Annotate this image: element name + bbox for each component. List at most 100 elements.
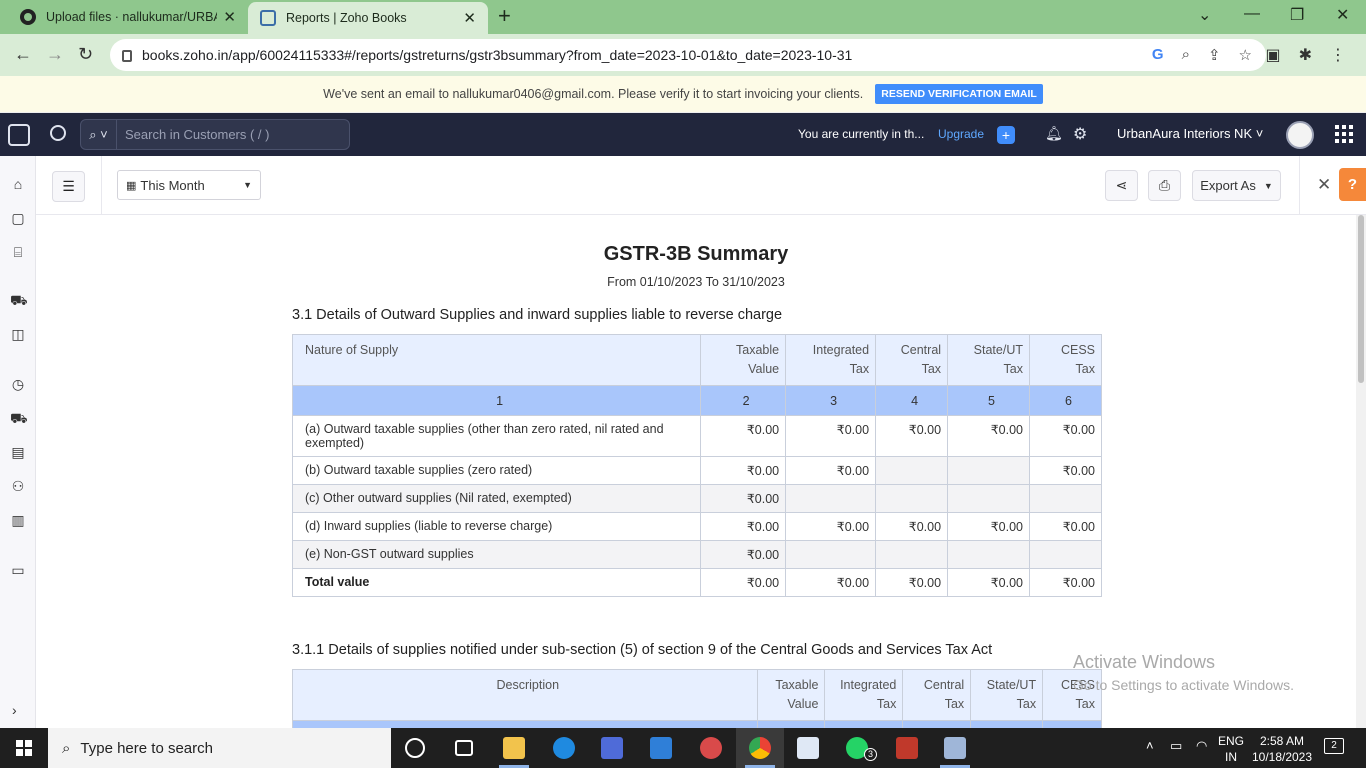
- taskbar-search[interactable]: ⌕ Type here to search: [48, 728, 391, 768]
- eway-bill-icon[interactable]: ⛟: [10, 410, 28, 426]
- back-button[interactable]: ←: [14, 44, 32, 65]
- table-row: (e) Non-GST outward supplies ₹0.00: [291, 540, 1102, 569]
- browser-tab-strip: Upload files · nallukumar/URBAN ✕ Report…: [0, 0, 1366, 34]
- search-icon[interactable]: ⌕ ˅: [81, 120, 117, 149]
- help-button[interactable]: ?: [1339, 168, 1366, 201]
- amount-cell: [947, 456, 1030, 485]
- share-icon[interactable]: ⇪: [1208, 46, 1221, 64]
- app-icon[interactable]: [700, 737, 722, 759]
- amount-cell: ₹0.00: [947, 415, 1030, 457]
- store-icon[interactable]: [601, 737, 623, 759]
- photos-icon[interactable]: [797, 737, 819, 759]
- restore-button[interactable]: ❐: [1290, 5, 1304, 25]
- amount-cell: ₹0.00: [785, 415, 877, 457]
- battery-icon[interactable]: ▭: [1170, 738, 1182, 754]
- organization-switcher[interactable]: UrbanAura Interiors NK ˅: [1117, 126, 1263, 141]
- forward-button[interactable]: →: [46, 44, 64, 65]
- minimize-button[interactable]: —: [1244, 5, 1260, 23]
- resend-verification-button[interactable]: RESEND VERIFICATION EMAIL: [875, 84, 1043, 104]
- column-number-row: 123456: [291, 385, 1102, 416]
- gst-filing-icon[interactable]: ▤: [10, 444, 26, 460]
- sales-cart-icon[interactable]: ⛟: [10, 292, 28, 308]
- reload-button[interactable]: ↻: [78, 44, 93, 65]
- url-field[interactable]: books.zoho.in/app/60024115333#/reports/g…: [110, 39, 1266, 71]
- share-button[interactable]: ⋖: [1105, 170, 1138, 201]
- recent-history-icon[interactable]: [50, 125, 66, 141]
- date-range-dropdown[interactable]: ▦ This Month ▼: [117, 170, 261, 200]
- left-sidebar: ⌂ ▢ ⌸ ⛟ ◫ ◷ ⛟ ▤ ⚇ ▥ ▭: [0, 156, 36, 728]
- windows-start-icon[interactable]: [16, 740, 32, 756]
- hamburger-menu-button[interactable]: ☰: [52, 171, 85, 202]
- zoom-icon[interactable]: ⌕: [1182, 46, 1190, 64]
- column-number: [1042, 720, 1102, 728]
- chevron-down-icon[interactable]: ⌄: [1198, 5, 1211, 25]
- upgrade-link[interactable]: Upgrade: [938, 127, 984, 141]
- new-tab-button[interactable]: +: [498, 5, 511, 27]
- clock[interactable]: 2:58 AM 10/18/2023: [1250, 733, 1314, 765]
- edge-icon[interactable]: [553, 737, 575, 759]
- report-content: GSTR-3B Summary From 01/10/2023 To 31/10…: [36, 215, 1356, 728]
- column-header: Central Tax: [875, 334, 949, 386]
- print-button[interactable]: ⎙: [1148, 170, 1181, 201]
- app-icon[interactable]: [944, 737, 966, 759]
- column-header: Integrated Tax: [785, 334, 877, 386]
- scrollbar-thumb[interactable]: [1358, 215, 1364, 383]
- windows-taskbar: ⌕ Type here to search 3 ˄ ▭ ◠ ENG IN 2:5…: [0, 728, 1366, 768]
- browser-tab-github[interactable]: Upload files · nallukumar/URBAN ✕: [8, 0, 248, 34]
- star-icon[interactable]: ☆: [1239, 46, 1252, 64]
- trial-status-text: You are currently in th...: [798, 127, 925, 141]
- wifi-icon[interactable]: ◠: [1196, 738, 1207, 754]
- reports-icon[interactable]: ▥: [10, 512, 26, 528]
- amount-cell: ₹0.00: [1029, 415, 1102, 457]
- items-icon[interactable]: ▢: [10, 210, 26, 226]
- column-header: Taxable Value: [700, 334, 787, 386]
- documents-icon[interactable]: ▭: [10, 562, 26, 578]
- row-label: (b) Outward taxable supplies (zero rated…: [291, 456, 702, 485]
- watermark-line-1: Activate Windows: [1073, 652, 1216, 672]
- search-icon: ⌕: [62, 739, 71, 757]
- language-indicator[interactable]: ENG IN: [1218, 733, 1244, 765]
- apps-grid-icon[interactable]: [1335, 125, 1353, 143]
- bell-icon[interactable]: 🔔︎: [1045, 125, 1063, 142]
- more-menu-icon[interactable]: ⋮: [1330, 45, 1346, 65]
- row-label: (e) Non-GST outward supplies: [291, 540, 702, 569]
- purchases-bag-icon[interactable]: ◫: [10, 326, 26, 342]
- amount-cell: ₹0.00: [947, 568, 1030, 597]
- search-input[interactable]: [117, 127, 337, 142]
- amount-cell: [785, 484, 877, 513]
- mail-icon[interactable]: [650, 737, 672, 759]
- row-label: (c) Other outward supplies (Nil rated, e…: [291, 484, 702, 513]
- report-title: GSTR-3B Summary: [603, 243, 789, 265]
- expand-sidebar-icon[interactable]: ›: [12, 702, 17, 718]
- chrome-icon[interactable]: [749, 737, 771, 759]
- app-icon[interactable]: [896, 737, 918, 759]
- task-view-icon[interactable]: [455, 740, 473, 756]
- file-explorer-icon[interactable]: [503, 737, 525, 759]
- google-icon[interactable]: G: [1152, 46, 1164, 64]
- notification-center-icon[interactable]: 2: [1324, 738, 1344, 754]
- zoho-books-logo-icon[interactable]: [8, 124, 30, 146]
- window-close-button[interactable]: ✕: [1336, 5, 1349, 25]
- amount-cell: [875, 540, 949, 569]
- amount-cell: [947, 484, 1030, 513]
- chevron-up-icon[interactable]: ˄: [1146, 738, 1154, 753]
- close-icon[interactable]: ✕: [463, 9, 476, 27]
- date-range-value: This Month: [140, 177, 205, 193]
- amount-cell: ₹0.00: [700, 568, 787, 597]
- gear-icon[interactable]: ⚙: [1073, 124, 1087, 144]
- browser-tab-zoho[interactable]: Reports | Zoho Books ✕: [248, 2, 488, 34]
- close-icon[interactable]: ✕: [223, 8, 236, 26]
- time-tracking-icon[interactable]: ◷: [10, 376, 26, 392]
- close-icon[interactable]: ✕: [1317, 175, 1331, 195]
- home-icon[interactable]: ⌂: [10, 176, 26, 192]
- extension-icon[interactable]: ✱: [1299, 45, 1312, 65]
- export-as-button[interactable]: Export As ▼: [1192, 170, 1281, 201]
- section-3-1-1-table: Description Taxable Value Integrated Tax Cent…: [292, 669, 1102, 728]
- accountant-icon[interactable]: ⚇: [10, 478, 26, 494]
- cortana-icon[interactable]: [405, 738, 425, 758]
- banking-icon[interactable]: ⌸: [10, 244, 26, 260]
- avatar[interactable]: [1286, 121, 1314, 149]
- quick-create-button[interactable]: +: [997, 126, 1015, 144]
- lock-icon: [122, 50, 132, 62]
- side-panel-icon[interactable]: ▣: [1265, 45, 1280, 65]
